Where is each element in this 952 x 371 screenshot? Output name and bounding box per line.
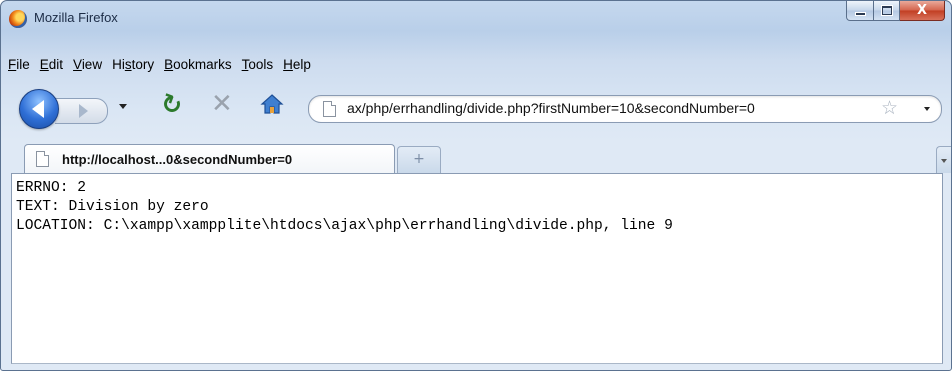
page-content: ERRNO: 2 TEXT: Division by zero LOCATION… — [11, 173, 943, 364]
menu-view[interactable]: View — [73, 57, 102, 72]
menu-file-post: ile — [16, 57, 30, 72]
menu-file[interactable]: File — [8, 57, 30, 72]
window-controls: X — [846, 1, 945, 21]
home-icon[interactable] — [260, 93, 284, 115]
menu-edit[interactable]: Edit — [40, 57, 63, 72]
tab-page-icon — [36, 151, 49, 167]
menu-history-pre: Hi — [112, 57, 125, 72]
tab-label: http://localhost...0&secondNumber=0 — [62, 152, 293, 167]
menu-view-key: V — [73, 57, 82, 72]
url-dropdown-icon[interactable] — [924, 107, 930, 111]
firefox-logo-icon — [9, 10, 27, 28]
menu-edit-key: E — [39, 57, 49, 72]
menu-help-key: H — [283, 57, 293, 72]
browser-window: Mozilla Firefox X File Edit View History… — [0, 0, 952, 371]
title-bar[interactable]: Mozilla Firefox X — [1, 1, 951, 35]
maximize-button[interactable] — [874, 1, 900, 21]
back-arrow-icon — [31, 100, 44, 118]
menu-bookmarks-key: B — [164, 57, 174, 72]
menu-history-key: s — [124, 57, 132, 72]
address-bar[interactable]: ax/php/errhandling/divide.php?firstNumbe… — [308, 95, 942, 123]
menu-tools[interactable]: Tools — [242, 57, 274, 72]
url-text[interactable]: ax/php/errhandling/divide.php?firstNumbe… — [347, 100, 755, 116]
error-number-line: ERRNO: 2 — [16, 180, 87, 196]
error-text-line: TEXT: Division by zero — [16, 199, 209, 215]
error-location-line: LOCATION: C:\xampp\xampplite\htdocs\ajax… — [16, 218, 673, 234]
new-tab-button[interactable]: + — [397, 146, 441, 173]
forward-arrow-icon — [79, 104, 88, 118]
menu-tools-post: ools — [248, 57, 274, 72]
menu-bar: File Edit View History Bookmarks Tools H… — [1, 54, 951, 75]
back-button[interactable] — [19, 89, 59, 129]
minimize-icon — [855, 12, 865, 15]
history-dropdown-icon[interactable] — [119, 104, 127, 109]
menu-history-post: tory — [131, 57, 155, 72]
menu-help-post: elp — [292, 57, 311, 72]
stop-icon[interactable]: ✕ — [211, 89, 233, 119]
tab-active[interactable]: http://localhost...0&secondNumber=0 — [24, 144, 395, 174]
chevron-down-icon — [941, 159, 947, 163]
list-all-tabs-button[interactable] — [936, 146, 951, 173]
menu-history[interactable]: History — [112, 57, 154, 72]
forward-button[interactable] — [55, 98, 108, 124]
menu-file-key: F — [8, 57, 17, 72]
site-identity-icon — [323, 101, 336, 117]
star-icon[interactable]: ☆ — [881, 97, 898, 119]
plus-icon: + — [413, 151, 425, 167]
menu-bookmarks[interactable]: Bookmarks — [164, 57, 232, 72]
close-button[interactable]: X — [900, 1, 945, 21]
close-icon: X — [916, 3, 928, 18]
minimize-button[interactable] — [846, 1, 874, 21]
window-title: Mozilla Firefox — [34, 10, 118, 25]
menu-help[interactable]: Help — [283, 57, 311, 72]
maximize-icon — [881, 6, 892, 15]
menu-edit-post: dit — [48, 57, 64, 72]
menu-bookmarks-post: ookmarks — [173, 57, 232, 72]
menu-view-post: iew — [81, 57, 103, 72]
